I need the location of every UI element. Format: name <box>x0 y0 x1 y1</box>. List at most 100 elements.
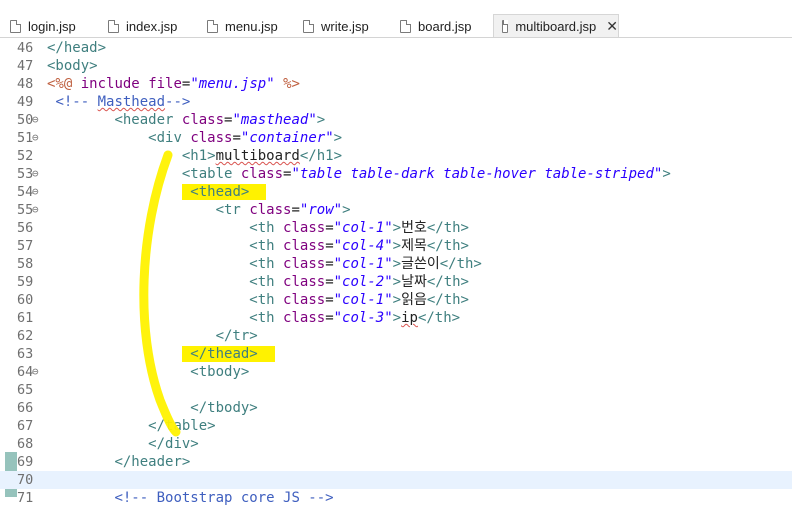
code-line[interactable]: 52 <h1>multiboard</h1> <box>0 147 792 165</box>
fold-collapse-icon[interactable]: ⊖ <box>32 111 39 129</box>
line-code: <th class="col-1">글쓴이</th> <box>249 256 482 272</box>
tab-multiboard-jsp[interactable]: multiboard.jsp ✕ <box>493 14 619 38</box>
code-line[interactable]: 51 ⊖ <div class="container"> <box>0 129 792 147</box>
tab-login-jsp[interactable]: login.jsp <box>6 14 102 38</box>
line-code: <th class="col-3">ip</th> <box>249 310 461 326</box>
code-line[interactable]: 58 <th class="col-1">글쓴이</th> <box>0 255 792 273</box>
code-line[interactable]: 55 ⊖ <tr class="row"> <box>0 201 792 219</box>
line-number: 68 <box>17 436 34 452</box>
tab-label: write.jsp <box>321 18 369 34</box>
editor-tab-bar: login.jsp index.jsp menu.jsp write.jsp board… <box>0 0 792 38</box>
line-number: 63 <box>17 346 34 362</box>
line-code: </div> <box>148 436 199 452</box>
tab-write-jsp[interactable]: write.jsp <box>299 14 395 38</box>
line-number: 65 <box>17 382 34 398</box>
fold-collapse-icon[interactable]: ⊖ <box>32 363 39 381</box>
line-number: 59 <box>17 274 34 290</box>
line-number: 54 <box>17 184 34 200</box>
code-line[interactable]: 47 <body> <box>0 57 792 75</box>
line-code: <div class="container"> <box>148 130 343 146</box>
line-code: <tr class="row"> <box>215 202 351 218</box>
line-code: <tbody> <box>190 364 250 380</box>
tab-menu-jsp[interactable]: menu.jsp <box>203 14 299 38</box>
line-code: </tr> <box>215 328 258 344</box>
line-number: 57 <box>17 238 34 254</box>
code-line[interactable]: 49 <!-- Masthead--> <box>0 93 792 111</box>
line-number: 71 <box>17 490 34 506</box>
code-line[interactable]: 67 </table> <box>0 417 792 435</box>
line-number: 62 <box>17 328 34 344</box>
code-editor[interactable]: 46 </head> 47 <body> 48 <%@ include file="men… <box>0 38 792 506</box>
tab-label: board.jsp <box>418 18 472 34</box>
code-line[interactable]: 59 <th class="col-2">날짜</th> <box>0 273 792 291</box>
tab-label: index.jsp <box>126 18 178 34</box>
line-code: </header> <box>114 454 191 470</box>
line-number: 53 <box>17 166 34 182</box>
fold-collapse-icon[interactable]: ⊖ <box>32 129 39 147</box>
line-code: <th class="col-2">날짜</th> <box>249 274 469 290</box>
line-code: <th class="col-4">제목</th> <box>249 238 469 254</box>
line-code: </tbody> <box>190 400 258 416</box>
code-line[interactable]: 50 ⊖ <header class="masthead"> <box>0 111 792 129</box>
line-number: 58 <box>17 256 34 272</box>
code-line[interactable]: 66 </tbody> <box>0 399 792 417</box>
tab-label: menu.jsp <box>225 18 278 34</box>
line-code: </head> <box>47 40 107 56</box>
line-code: <table class="table table-dark table-hov… <box>181 166 671 182</box>
jsp-file-icon <box>400 19 411 33</box>
line-number: 49 <box>17 94 34 110</box>
code-line[interactable]: 62 </tr> <box>0 327 792 345</box>
line-number: 70 <box>17 472 34 488</box>
fold-collapse-icon[interactable]: ⊖ <box>32 165 39 183</box>
code-line[interactable]: 63 </thead> <box>0 345 792 363</box>
tab-index-jsp[interactable]: index.jsp <box>104 14 200 38</box>
line-code: <th class="col-1">번호</th> <box>249 220 469 236</box>
code-line[interactable]: 71 <!-- Bootstrap core JS --> <box>0 489 792 507</box>
code-line[interactable]: 68 </div> <box>0 435 792 453</box>
line-code: <!-- Masthead--> <box>55 94 191 110</box>
line-number: 48 <box>17 76 34 92</box>
jsp-file-icon <box>502 20 509 33</box>
line-code: <body> <box>47 58 98 74</box>
code-line[interactable]: 53 ⊖ <table class="table table-dark table… <box>0 165 792 183</box>
line-code: <!-- Bootstrap core JS --> <box>114 490 334 506</box>
tab-label: login.jsp <box>28 18 76 34</box>
line-code: <header class="masthead"> <box>114 112 326 128</box>
line-number: 56 <box>17 220 34 236</box>
line-code: <%@ include file="menu.jsp" %> <box>47 76 300 92</box>
code-line[interactable]: 70 <box>0 471 792 489</box>
line-number: 69 <box>17 454 34 470</box>
code-line[interactable]: 61 <th class="col-3">ip</th> <box>0 309 792 327</box>
jsp-file-icon <box>303 19 314 33</box>
line-number: 66 <box>17 400 34 416</box>
code-line[interactable]: 69 </header> <box>0 453 792 471</box>
line-number: 51 <box>17 130 34 146</box>
code-line[interactable]: 65 <box>0 381 792 399</box>
line-number: 50 <box>17 112 34 128</box>
code-line[interactable]: 54 ⊖ <thead> <box>0 183 792 201</box>
fold-collapse-icon[interactable]: ⊖ <box>32 201 39 219</box>
line-number: 47 <box>17 58 34 74</box>
line-code: </table> <box>148 418 216 434</box>
line-number: 61 <box>17 310 34 326</box>
close-tab-icon[interactable]: ✕ <box>606 18 618 35</box>
tab-board-jsp[interactable]: board.jsp <box>396 14 492 38</box>
line-code: </thead> <box>47 345 275 363</box>
line-code: <thead> <box>47 183 267 201</box>
code-line[interactable]: 64 ⊖ <tbody> <box>0 363 792 381</box>
line-number: 55 <box>17 202 34 218</box>
tab-label: multiboard.jsp <box>515 19 597 34</box>
line-code: <h1>multiboard</h1> <box>181 148 343 164</box>
line-number: 67 <box>17 418 34 434</box>
code-line[interactable]: 56 <th class="col-1">번호</th> <box>0 219 792 237</box>
jsp-file-icon <box>10 19 21 33</box>
line-number: 46 <box>17 40 34 56</box>
code-line[interactable]: 57 <th class="col-4">제목</th> <box>0 237 792 255</box>
code-line[interactable]: 46 </head> <box>0 39 792 57</box>
line-code: <th class="col-1">읽음</th> <box>249 292 469 308</box>
fold-collapse-icon[interactable]: ⊖ <box>32 183 39 201</box>
line-number: 64 <box>17 364 34 380</box>
code-line[interactable]: 60 <th class="col-1">읽음</th> <box>0 291 792 309</box>
code-line[interactable]: 48 <%@ include file="menu.jsp" %> <box>0 75 792 93</box>
line-number: 60 <box>17 292 34 308</box>
